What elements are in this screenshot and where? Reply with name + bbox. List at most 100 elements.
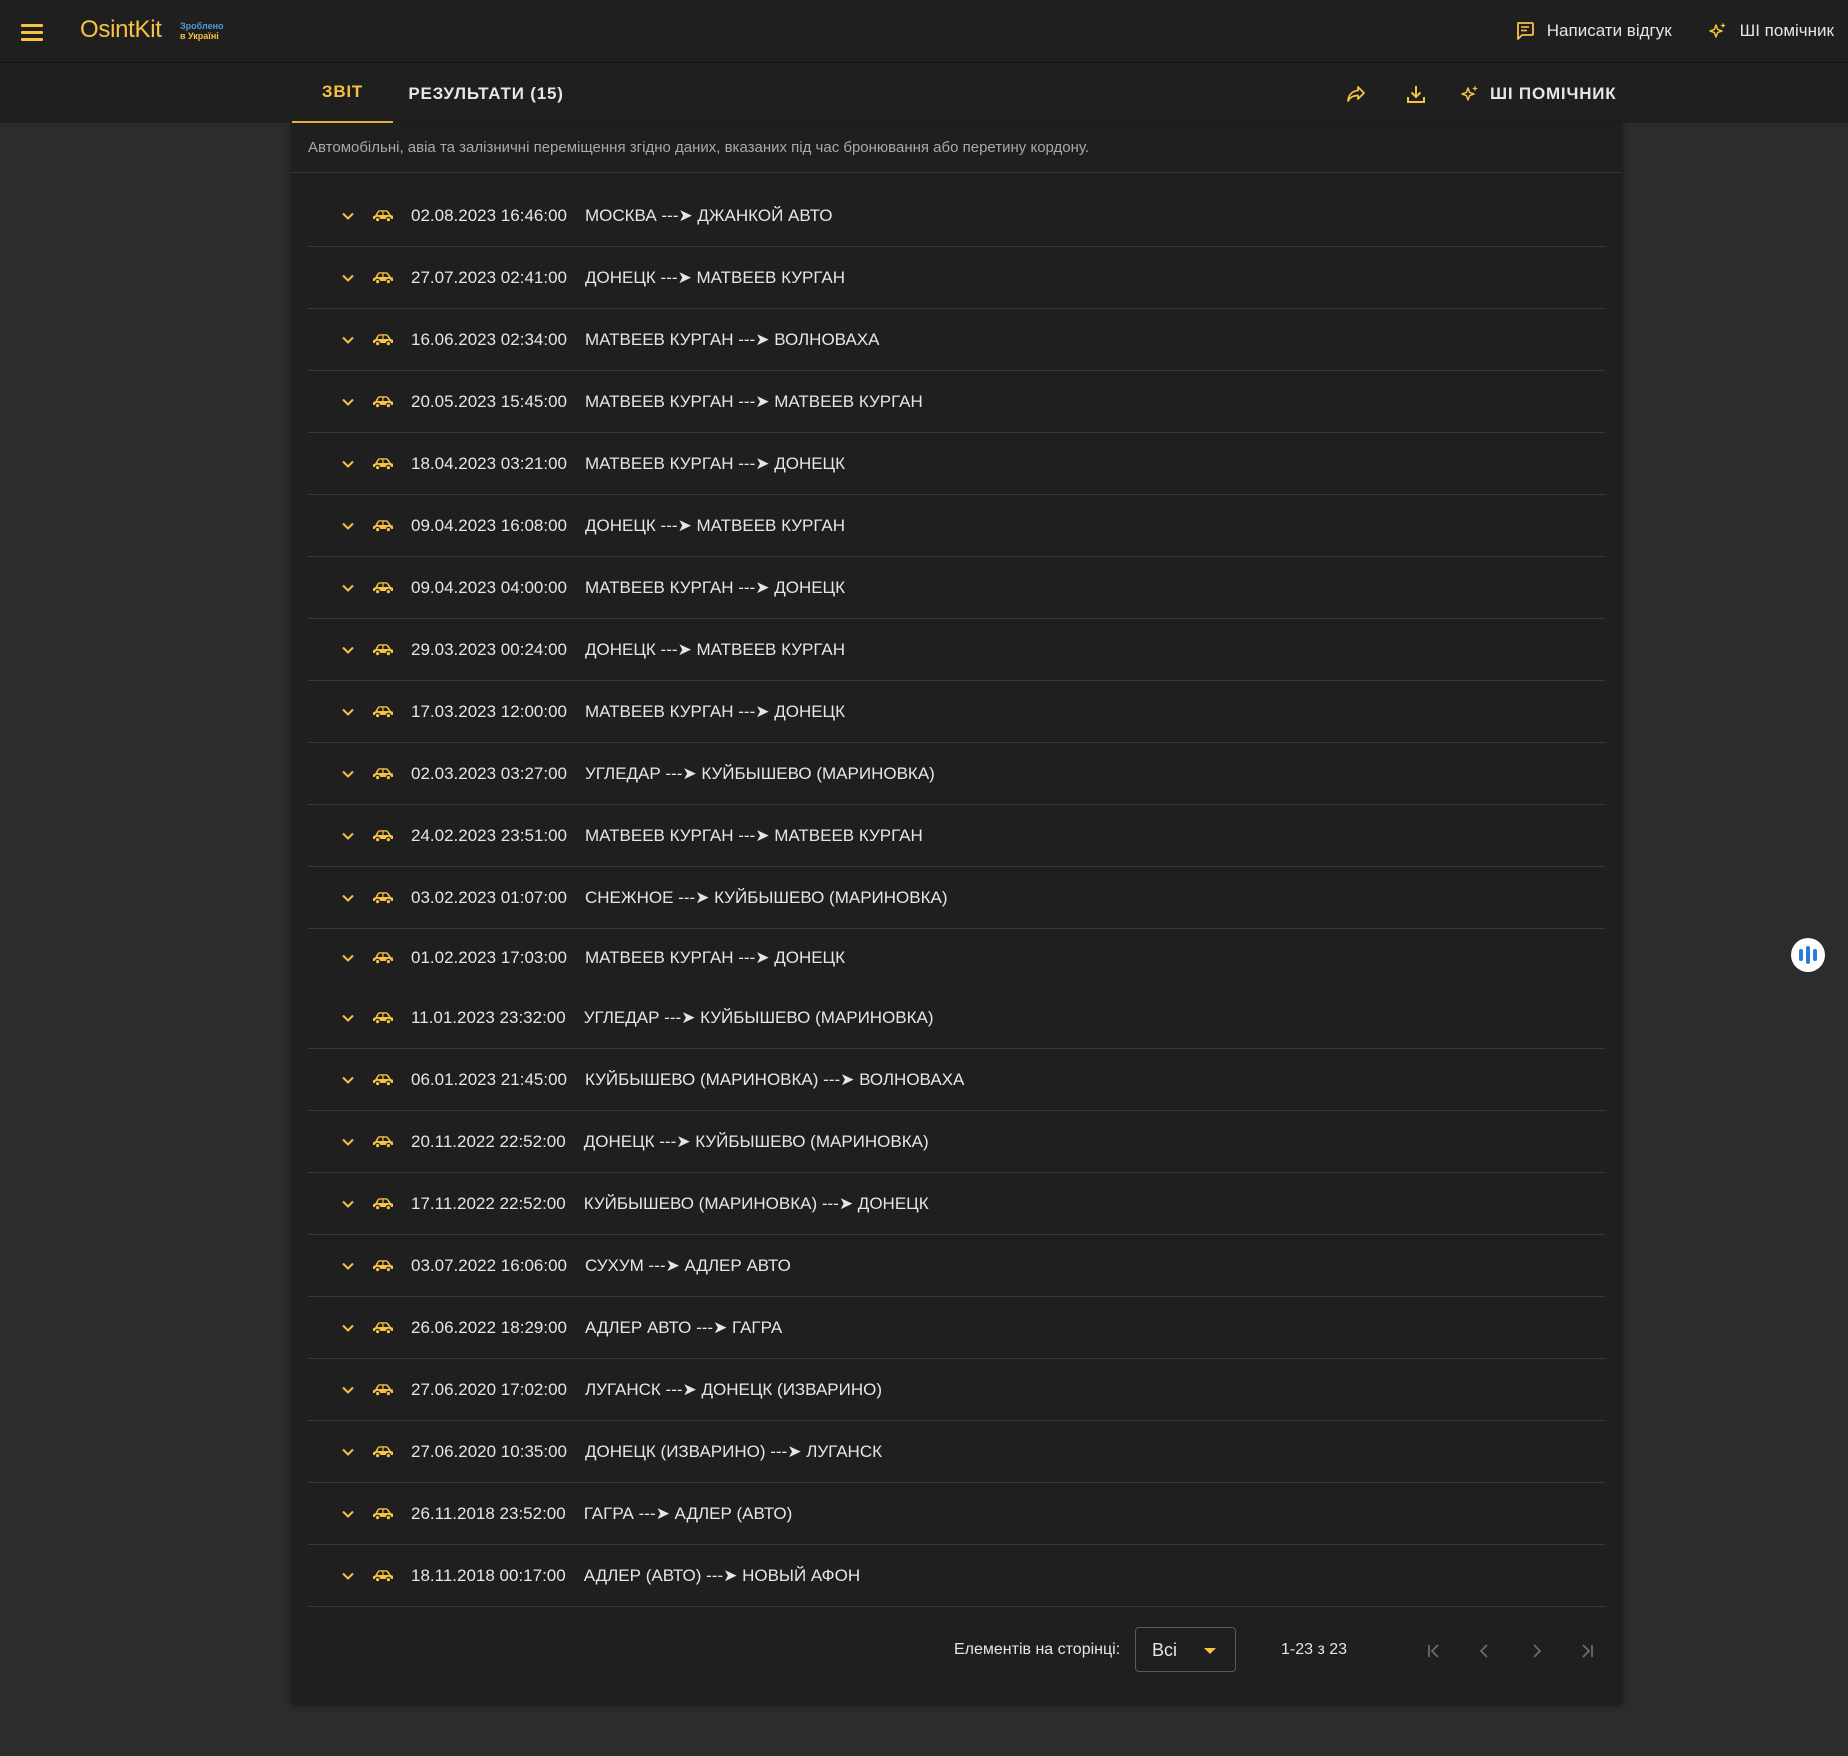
trip-row[interactable]: 03.02.2023 01:07:00 СНЕЖНОЕ ---➤ КУЙБЫШЕВ… <box>308 867 1605 929</box>
chevron-down-icon[interactable] <box>340 1258 356 1274</box>
trip-datetime: 26.06.2022 18:29:00 <box>411 1317 567 1337</box>
next-page-button[interactable] <box>1516 1631 1556 1671</box>
trip-row[interactable]: 27.07.2023 02:41:00 ДОНЕЦК ---➤ МАТВЕЕВ К… <box>308 247 1605 309</box>
trip-row[interactable]: 11.01.2023 23:32:00 УГЛЕДАР ---➤ КУЙБЫШЕВ… <box>308 987 1605 1049</box>
chevron-down-icon[interactable] <box>340 642 356 658</box>
chevron-down-icon[interactable] <box>340 394 356 410</box>
trip-row[interactable]: 02.08.2023 16:46:00 МОСКВА ---➤ ДЖАНКОЙ А… <box>308 185 1605 247</box>
chevron-down-icon[interactable] <box>340 1382 356 1398</box>
first-page-button[interactable] <box>1414 1631 1454 1671</box>
trip-row[interactable]: 26.11.2018 23:52:00 ГАГРА ---➤ АДЛЕР (АВТ… <box>308 1483 1605 1545</box>
chevron-down-icon[interactable] <box>340 1320 356 1336</box>
trip-row[interactable]: 01.02.2023 17:03:00 МАТВЕЕВ КУРГАН ---➤ Д… <box>308 929 1605 987</box>
trip-datetime: 01.02.2023 17:03:00 <box>411 948 567 967</box>
chevron-down-icon[interactable] <box>340 456 356 472</box>
chevron-down-icon[interactable] <box>340 1444 356 1460</box>
page-size-select[interactable]: Всі <box>1135 1627 1236 1672</box>
car-icon <box>371 1008 395 1028</box>
trip-row[interactable]: 29.03.2023 00:24:00 ДОНЕЦК ---➤ МАТВЕЕВ К… <box>308 619 1605 681</box>
trip-row[interactable]: 18.11.2018 00:17:00 АДЛЕР (АВТО) ---➤ НОВ… <box>308 1545 1605 1607</box>
share-button[interactable] <box>1336 74 1376 114</box>
car-icon <box>371 1442 395 1462</box>
trip-route: АДЛЕР АВТО ---➤ ГАГРА <box>584 1317 783 1337</box>
car-icon <box>371 1194 395 1214</box>
ai-helper-tab-button[interactable]: ШІ ПОМІЧНИК <box>1460 84 1616 104</box>
chevron-down-icon[interactable] <box>340 704 356 720</box>
car-icon <box>371 1256 395 1276</box>
trip-datetime: 20.11.2022 22:52:00 <box>411 1131 566 1151</box>
chevron-down-icon[interactable] <box>340 890 356 906</box>
chevron-down-icon[interactable] <box>340 518 356 534</box>
tab-results[interactable]: РЕЗУЛЬТАТИ (15) <box>393 63 579 124</box>
chevron-down-icon[interactable] <box>340 270 356 286</box>
trip-row[interactable]: 24.02.2023 23:51:00 МАТВЕЕВ КУРГАН ---➤ М… <box>308 805 1605 867</box>
trip-route: МАТВЕЕВ КУРГАН ---➤ ДОНЕЦК <box>584 948 846 967</box>
feedback-label: Написати відгук <box>1546 21 1672 40</box>
last-page-icon <box>1582 1644 1593 1658</box>
tab-report[interactable]: ЗВІТ <box>292 63 393 124</box>
trip-datetime: 02.08.2023 16:46:00 <box>411 205 567 225</box>
trip-datetime: 18.11.2018 00:17:00 <box>411 1565 566 1585</box>
trip-route: ДОНЕЦК ---➤ МАТВЕЕВ КУРГАН <box>584 515 846 535</box>
app-logo[interactable]: OsintKit <box>80 16 162 44</box>
last-page-button[interactable] <box>1567 1631 1607 1671</box>
ai-helper-tab-label: ШІ ПОМІЧНИК <box>1490 83 1617 103</box>
trip-row[interactable]: 09.04.2023 16:08:00 ДОНЕЦК ---➤ МАТВЕЕВ К… <box>308 495 1605 557</box>
trip-route: УГЛЕДАР ---➤ КУЙБЫШЕВО (МАРИНОВКА) <box>584 763 935 783</box>
ai-helper-top-button[interactable]: ШІ помічник <box>1708 21 1834 41</box>
paginator: Елементів на сторінці: Всі 1-23 з 23 <box>291 1621 1622 1681</box>
trip-route: ДОНЕЦК ---➤ КУЙБЫШЕВО (МАРИНОВКА) <box>583 1131 929 1151</box>
chevron-down-icon[interactable] <box>340 828 356 844</box>
trip-route: МАТВЕЕВ КУРГАН ---➤ МАТВЕЕВ КУРГАН <box>584 391 923 411</box>
chevron-down-icon[interactable] <box>340 1506 356 1522</box>
page-range: 1-23 з 23 <box>1281 1641 1348 1658</box>
car-icon <box>371 1504 395 1524</box>
chevron-down-icon[interactable] <box>340 950 356 966</box>
voice-assistant-fab[interactable] <box>1791 938 1825 972</box>
trip-row[interactable]: 06.01.2023 21:45:00 КУЙБЫШЕВО (МАРИНОВКА)… <box>308 1049 1605 1111</box>
trip-row[interactable]: 17.11.2022 22:52:00 КУЙБЫШЕВО (МАРИНОВКА)… <box>308 1173 1605 1235</box>
chevron-down-icon[interactable] <box>340 766 356 782</box>
car-icon <box>371 702 395 722</box>
trip-row[interactable]: 17.03.2023 12:00:00 МАТВЕЕВ КУРГАН ---➤ Д… <box>308 681 1605 743</box>
chevron-down-icon[interactable] <box>340 1568 356 1584</box>
trip-datetime: 16.06.2023 02:34:00 <box>411 329 567 349</box>
car-icon <box>371 206 395 226</box>
menu-icon[interactable] <box>20 20 44 44</box>
trip-route: ДОНЕЦК (ИЗВАРИНО) ---➤ ЛУГАНСК <box>584 1441 883 1461</box>
car-icon <box>371 392 395 412</box>
trip-row[interactable]: 20.05.2023 15:45:00 МАТВЕЕВ КУРГАН ---➤ М… <box>308 371 1605 433</box>
trip-row[interactable]: 09.04.2023 04:00:00 МАТВЕЕВ КУРГАН ---➤ Д… <box>308 557 1605 619</box>
trip-datetime: 29.03.2023 00:24:00 <box>411 639 567 659</box>
chevron-down-icon[interactable] <box>340 1072 356 1088</box>
trip-row[interactable]: 18.04.2023 03:21:00 МАТВЕЕВ КУРГАН ---➤ Д… <box>308 433 1605 495</box>
trip-route: МАТВЕЕВ КУРГАН ---➤ МАТВЕЕВ КУРГАН <box>584 825 923 845</box>
chevron-down-icon[interactable] <box>340 580 356 596</box>
chevron-down-icon[interactable] <box>340 1134 356 1150</box>
trip-row[interactable]: 26.06.2022 18:29:00 АДЛЕР АВТО ---➤ ГАГРА <box>308 1297 1605 1359</box>
trip-row[interactable]: 27.06.2020 10:35:00 ДОНЕЦК (ИЗВАРИНО) ---… <box>308 1421 1605 1483</box>
chevron-down-icon[interactable] <box>340 1196 356 1212</box>
chevron-down-icon[interactable] <box>340 332 356 348</box>
chevron-down-icon[interactable] <box>340 1010 356 1026</box>
trip-route: АДЛЕР (АВТО) ---➤ НОВЫЙ АФОН <box>583 1565 861 1585</box>
trip-row[interactable]: 20.11.2022 22:52:00 ДОНЕЦК ---➤ КУЙБЫШЕВО… <box>308 1111 1605 1173</box>
trip-row[interactable]: 27.06.2020 17:02:00 ЛУГАНСК ---➤ ДОНЕЦК (… <box>308 1359 1605 1421</box>
trip-row[interactable]: 02.03.2023 03:27:00 УГЛЕДАР ---➤ КУЙБЫШЕВ… <box>308 743 1605 805</box>
trip-row[interactable]: 16.06.2023 02:34:00 МАТВЕЕВ КУРГАН ---➤ В… <box>308 309 1605 371</box>
ai-helper-top-label: ШІ помічник <box>1739 21 1834 40</box>
trip-route: МАТВЕЕВ КУРГАН ---➤ ДОНЕЦК <box>584 577 846 597</box>
download-button[interactable] <box>1396 74 1436 114</box>
trip-datetime: 06.01.2023 21:45:00 <box>411 1069 567 1089</box>
trip-route: МАТВЕЕВ КУРГАН ---➤ ВОЛНОВАХА <box>584 329 880 349</box>
chevron-down-icon[interactable] <box>340 208 356 224</box>
car-icon <box>371 268 395 288</box>
car-icon <box>371 826 395 846</box>
trip-row[interactable]: 03.07.2022 16:06:00 СУХУМ ---➤ АДЛЕР АВТО <box>308 1235 1605 1297</box>
trip-route: СНЕЖНОЕ ---➤ КУЙБЫШЕВО (МАРИНОВКА) <box>584 887 948 907</box>
feedback-button[interactable]: Написати відгук <box>1515 21 1672 41</box>
car-icon <box>371 640 395 660</box>
report-card: Автомобільні, авіа та залізничні переміщ… <box>291 123 1622 1703</box>
prev-page-button[interactable] <box>1465 1631 1505 1671</box>
car-icon <box>371 1318 395 1338</box>
